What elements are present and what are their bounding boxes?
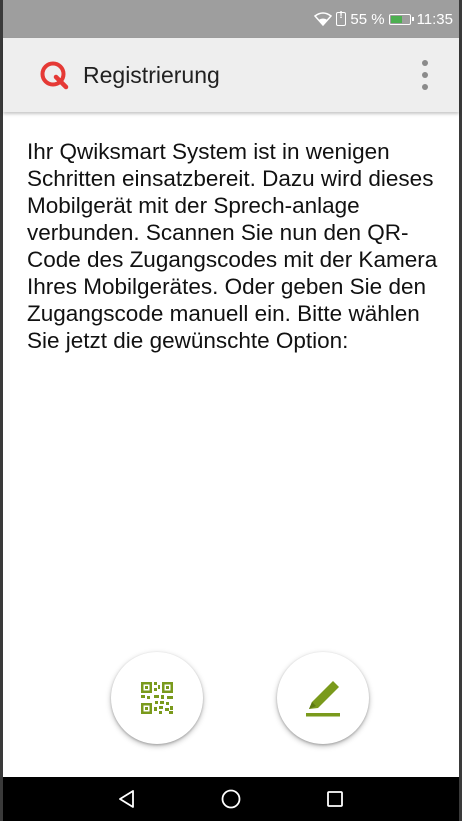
pencil-icon xyxy=(306,681,340,717)
system-navigation-bar xyxy=(3,777,459,821)
sim-alert-icon xyxy=(336,10,347,26)
qr-code-icon xyxy=(141,682,173,714)
manual-entry-button[interactable] xyxy=(277,652,369,744)
back-button[interactable] xyxy=(75,777,179,821)
wifi-icon xyxy=(314,12,333,26)
clock: 11:35 xyxy=(416,10,453,28)
qwiksmart-logo-icon xyxy=(40,61,69,90)
overflow-menu-icon[interactable] xyxy=(413,56,437,94)
battery-icon xyxy=(388,13,414,25)
scan-qr-button[interactable] xyxy=(111,652,203,744)
recents-square-icon xyxy=(327,791,343,807)
home-button[interactable] xyxy=(179,777,283,821)
battery-percent: 55 % xyxy=(350,10,385,28)
status-bar: 55 % 11:35 xyxy=(3,0,459,38)
instructions-text: Ihr Qwiksmart System ist in wenigen Schr… xyxy=(27,139,438,353)
page-title: Registrierung xyxy=(83,61,220,88)
recents-button[interactable] xyxy=(283,777,387,821)
app-bar: Registrierung xyxy=(3,38,459,112)
back-triangle-icon xyxy=(119,790,134,808)
home-circle-icon xyxy=(221,789,241,809)
phone-screen: 55 % 11:35 Registrierung Ihr Qwiksmart S… xyxy=(0,0,462,821)
